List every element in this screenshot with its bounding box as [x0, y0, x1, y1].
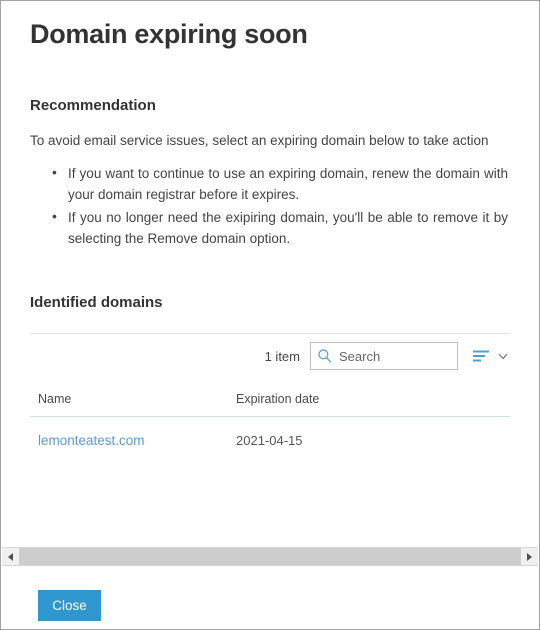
recommendation-heading: Recommendation [30, 97, 156, 114]
cell-expiration-date: 2021-04-15 [236, 433, 303, 448]
close-button[interactable]: Close [38, 590, 101, 621]
list-item: If you want to continue to use an expiri… [52, 162, 510, 205]
identified-domains-heading: Identified domains [30, 294, 163, 311]
domain-expiring-dialog: Domain expiring soon Recommendation To a… [0, 0, 540, 630]
domain-link[interactable]: lemonteatest.com [38, 433, 145, 448]
recommendation-intro: To avoid email service issues, select an… [30, 133, 489, 148]
arrow-left-icon [8, 552, 13, 561]
horizontal-scrollbar[interactable] [2, 547, 538, 566]
scroll-thumb[interactable] [19, 548, 521, 565]
arrow-right-icon [527, 552, 532, 561]
column-header-expiration-date[interactable]: Expiration date [228, 392, 510, 417]
search-icon [318, 349, 332, 363]
search-input[interactable] [339, 348, 451, 364]
scroll-track[interactable] [19, 548, 521, 565]
recommendation-bullet-list: If you want to continue to use an expiri… [30, 151, 510, 249]
content-inner: Domain expiring soon Recommendation To a… [2, 2, 538, 448]
item-count-label: 1 item [264, 348, 300, 364]
scroll-right-button[interactable] [521, 548, 538, 565]
page-title: Domain expiring soon [30, 19, 308, 49]
filter-sort-control[interactable] [472, 349, 510, 363]
filter-list-icon[interactable] [472, 349, 490, 363]
dialog-footer: Close [2, 566, 538, 628]
scroll-left-button[interactable] [2, 548, 19, 565]
search-box[interactable] [310, 342, 458, 370]
domains-toolbar: 1 item [30, 334, 510, 378]
dialog-content-pane: Domain expiring soon Recommendation To a… [2, 2, 538, 547]
table-body: lemonteatest.com 2021-04-15 [30, 417, 510, 448]
chevron-down-icon[interactable] [496, 349, 510, 363]
table-header: Name Expiration date [30, 392, 510, 417]
cell-domain-name: lemonteatest.com [30, 417, 228, 448]
table-row[interactable]: lemonteatest.com 2021-04-15 [30, 417, 510, 448]
list-item: If you no longer need the exipiring doma… [52, 206, 510, 249]
column-header-name[interactable]: Name [30, 392, 228, 417]
domains-table: Name Expiration date lemonteatest.com 20… [30, 392, 510, 448]
table-header-row: Name Expiration date [30, 392, 510, 417]
